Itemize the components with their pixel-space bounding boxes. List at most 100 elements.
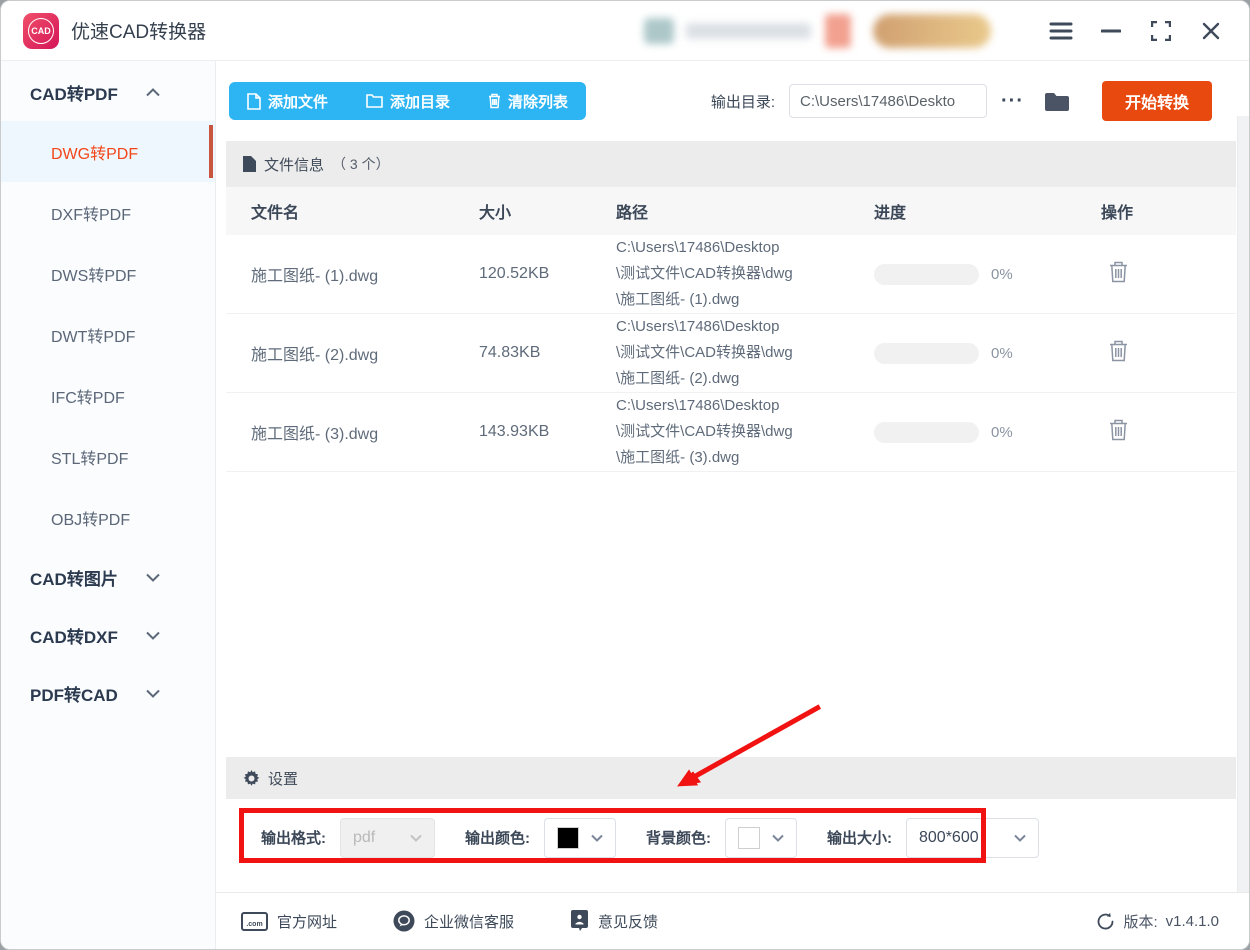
progress-percent: 0% <box>991 345 1013 362</box>
app-title: 优速CAD转换器 <box>71 17 206 44</box>
bg-color-swatch <box>738 827 760 849</box>
file-panel: 文件信息 （ 3 个） 文件名 大小 路径 进度 操作 施工图纸- (1).dw… <box>216 141 1249 892</box>
sidebar-item-dwg-to-pdf[interactable]: DWG转PDF <box>1 121 215 182</box>
path-line: C:\Users\17486\Desktop <box>616 235 874 261</box>
progress-bar <box>874 264 979 285</box>
sidebar-item-label: DXF转PDF <box>51 201 131 225</box>
sidebar-item-label: OBJ转PDF <box>51 506 130 530</box>
chevron-down-icon <box>146 689 160 698</box>
settings-strip: 设置 <box>226 757 1236 799</box>
sidebar-item-label: DWG转PDF <box>51 140 138 164</box>
path-line: C:\Users\17486\Desktop <box>616 314 874 340</box>
progress-percent: 0% <box>991 266 1013 283</box>
close-button[interactable] <box>1197 17 1225 45</box>
official-site-link[interactable]: .com 官方网址 <box>241 911 337 932</box>
wechat-support-link[interactable]: 企业微信客服 <box>393 910 514 932</box>
minimize-button[interactable] <box>1097 17 1125 45</box>
folder-icon <box>366 94 383 108</box>
sidebar-section-label: CAD转图片 <box>30 565 118 590</box>
file-size: 120.52KB <box>479 265 616 283</box>
sidebar-section-cad-to-image[interactable]: CAD转图片 <box>1 548 215 606</box>
sidebar-item-dws-to-pdf[interactable]: DWS转PDF <box>1 243 215 304</box>
action-cell <box>1101 261 1236 288</box>
redacted-badge <box>825 14 851 48</box>
sidebar-section-label: CAD转DXF <box>30 623 118 648</box>
progress-cell: 0% <box>874 343 1101 364</box>
sidebar-section-cad-to-dxf[interactable]: CAD转DXF <box>1 606 215 664</box>
progress-cell: 0% <box>874 264 1101 285</box>
main-content: 添加文件 添加目录 清除列表 输出目录: ··· <box>216 61 1249 949</box>
scrollbar-track[interactable] <box>1237 116 1249 892</box>
refresh-icon <box>1096 912 1115 931</box>
menu-button[interactable] <box>1047 17 1075 45</box>
sidebar-section-label: CAD转PDF <box>30 80 118 105</box>
file-path: C:\Users\17486\Desktop \测试文件\CAD转换器\dwg … <box>616 393 874 471</box>
wechat-support-label: 企业微信客服 <box>424 911 514 932</box>
close-icon <box>1202 22 1220 40</box>
table-header: 文件名 大小 路径 进度 操作 <box>226 187 1236 235</box>
delete-row-button[interactable] <box>1109 419 1128 441</box>
feedback-link[interactable]: 意见反馈 <box>570 910 658 932</box>
bg-color-select[interactable] <box>725 818 797 858</box>
chevron-down-icon <box>591 834 603 842</box>
file-name: 施工图纸- (2).dwg <box>251 341 479 365</box>
add-file-button[interactable]: 添加文件 <box>245 91 330 112</box>
output-format-label: 输出格式: <box>261 827 326 848</box>
sidebar: CAD转PDF DWG转PDF DXF转PDF DWS转PDF DWT转PDF … <box>1 61 216 949</box>
sidebar-section-label: PDF转CAD <box>30 681 118 706</box>
path-line: \测试文件\CAD转换器\dwg <box>616 419 874 445</box>
output-format-select[interactable]: pdf <box>340 818 435 858</box>
sidebar-item-dxf-to-pdf[interactable]: DXF转PDF <box>1 182 215 243</box>
start-convert-button[interactable]: 开始转换 <box>1102 81 1212 121</box>
browse-ellipsis-button[interactable]: ··· <box>1001 96 1024 106</box>
delete-row-button[interactable] <box>1109 261 1128 283</box>
output-dir-cluster: 输出目录: ··· 开始转换 <box>711 81 1212 121</box>
empty-space <box>226 472 1236 757</box>
sidebar-section-pdf-to-cad[interactable]: PDF转CAD <box>1 664 215 722</box>
clear-list-label: 清除列表 <box>508 91 568 112</box>
delete-row-button[interactable] <box>1109 340 1128 362</box>
file-name: 施工图纸- (3).dwg <box>251 420 479 444</box>
chevron-down-icon <box>1014 834 1026 842</box>
table-row: 施工图纸- (3).dwg 143.93KB C:\Users\17486\De… <box>226 393 1236 472</box>
version-check[interactable]: 版本: v1.4.1.0 <box>1096 911 1219 932</box>
sidebar-item-obj-to-pdf[interactable]: OBJ转PDF <box>1 487 215 548</box>
path-line: \测试文件\CAD转换器\dwg <box>616 261 874 287</box>
output-color-select[interactable] <box>544 818 616 858</box>
chevron-down-icon <box>146 631 160 640</box>
file-info-strip: 文件信息 （ 3 个） <box>226 141 1236 187</box>
clear-list-button[interactable]: 清除列表 <box>486 91 570 112</box>
sidebar-item-dwt-to-pdf[interactable]: DWT转PDF <box>1 304 215 365</box>
col-size: 大小 <box>479 199 616 223</box>
add-file-label: 添加文件 <box>268 91 328 112</box>
sidebar-item-ifc-to-pdf[interactable]: IFC转PDF <box>1 365 215 426</box>
open-output-folder-button[interactable] <box>1044 91 1070 112</box>
trash-icon <box>1109 419 1128 441</box>
output-size-select[interactable]: 800*600 <box>906 818 1039 858</box>
output-format-value: pdf <box>353 829 375 847</box>
output-color-label: 输出颜色: <box>465 827 530 848</box>
redacted-username <box>686 23 811 39</box>
file-size: 74.83KB <box>479 344 616 362</box>
official-site-label: 官方网址 <box>277 911 337 932</box>
sidebar-item-stl-to-pdf[interactable]: STL转PDF <box>1 426 215 487</box>
add-directory-label: 添加目录 <box>390 91 450 112</box>
sidebar-item-label: STL转PDF <box>51 445 128 469</box>
path-line: C:\Users\17486\Desktop <box>616 393 874 419</box>
maximize-button[interactable] <box>1147 17 1175 45</box>
progress-cell: 0% <box>874 422 1101 443</box>
document-icon <box>243 156 256 172</box>
toolbar: 添加文件 添加目录 清除列表 输出目录: ··· <box>216 61 1249 141</box>
feedback-icon <box>570 910 589 932</box>
trash-icon <box>1109 340 1128 362</box>
add-directory-button[interactable]: 添加目录 <box>364 91 452 112</box>
sidebar-section-cad-to-pdf[interactable]: CAD转PDF <box>1 63 215 121</box>
output-dir-input[interactable] <box>789 84 987 118</box>
path-line: \测试文件\CAD转换器\dwg <box>616 340 874 366</box>
output-size-value: 800*600 <box>919 829 979 847</box>
action-cell <box>1101 340 1236 367</box>
file-path: C:\Users\17486\Desktop \测试文件\CAD转换器\dwg … <box>616 235 874 313</box>
file-info-label: 文件信息 <box>264 154 324 175</box>
file-name: 施工图纸- (1).dwg <box>251 262 479 286</box>
path-line: \施工图纸- (3).dwg <box>616 445 874 471</box>
